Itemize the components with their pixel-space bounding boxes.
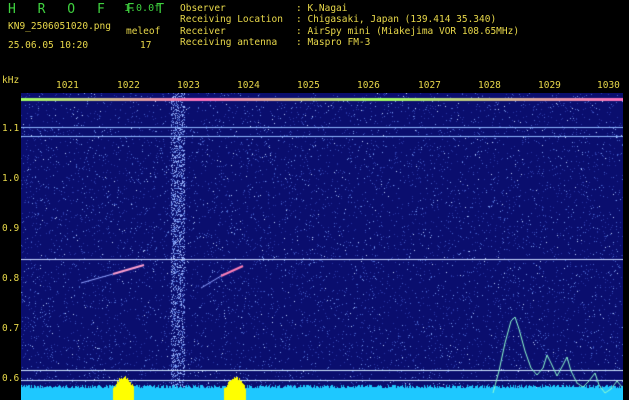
x-tick-1021: 1021 [56,80,79,91]
date-label: 25.06.05 10:20 [8,40,89,51]
y-tick-0.7: 0.7 [2,323,20,334]
receiver-value: : AirSpy mini (Miakejima VOR 108.65MHz) [296,26,520,37]
y-tick-0.8: 0.8 [2,273,20,284]
spectrogram-canvas [21,93,623,400]
meteor-count: 17 [140,40,152,51]
x-tick-1025: 1025 [297,80,320,91]
y-tick-0.9: 0.9 [2,223,20,234]
x-tick-1023: 1023 [177,80,200,91]
antenna-value: : Maspro FM-3 [296,37,371,48]
y-tick-1.0: 1.0 [2,173,20,184]
x-tick-1030: 1030 [597,80,620,91]
version-label: 1.0.0f [124,3,161,14]
y-tick-0.6: 0.6 [2,373,20,384]
x-tick-1029: 1029 [538,80,561,91]
x-tick-1022: 1022 [117,80,140,91]
location-value: : Chigasaki, Japan (139.414 35.340) [296,14,497,25]
y-unit-label: kHz [2,75,20,86]
header-panel: H R O F F T 1.0.0f KN9_2506051020.png me… [0,0,629,78]
x-tick-1026: 1026 [357,80,380,91]
antenna-label: Receiving antenna [180,37,278,48]
observer-value: : K.Nagai [296,3,348,14]
meleof-label: meleof [126,26,161,37]
x-tick-1024: 1024 [237,80,260,91]
receiver-label: Receiver [180,26,226,37]
location-label: Receiving Location [180,14,283,25]
x-tick-1027: 1027 [418,80,441,91]
filename-label: KN9_2506051020.png [8,21,111,32]
observer-label: Observer [180,3,226,14]
y-tick-1.1: 1.1 [2,123,20,134]
x-tick-1028: 1028 [478,80,501,91]
